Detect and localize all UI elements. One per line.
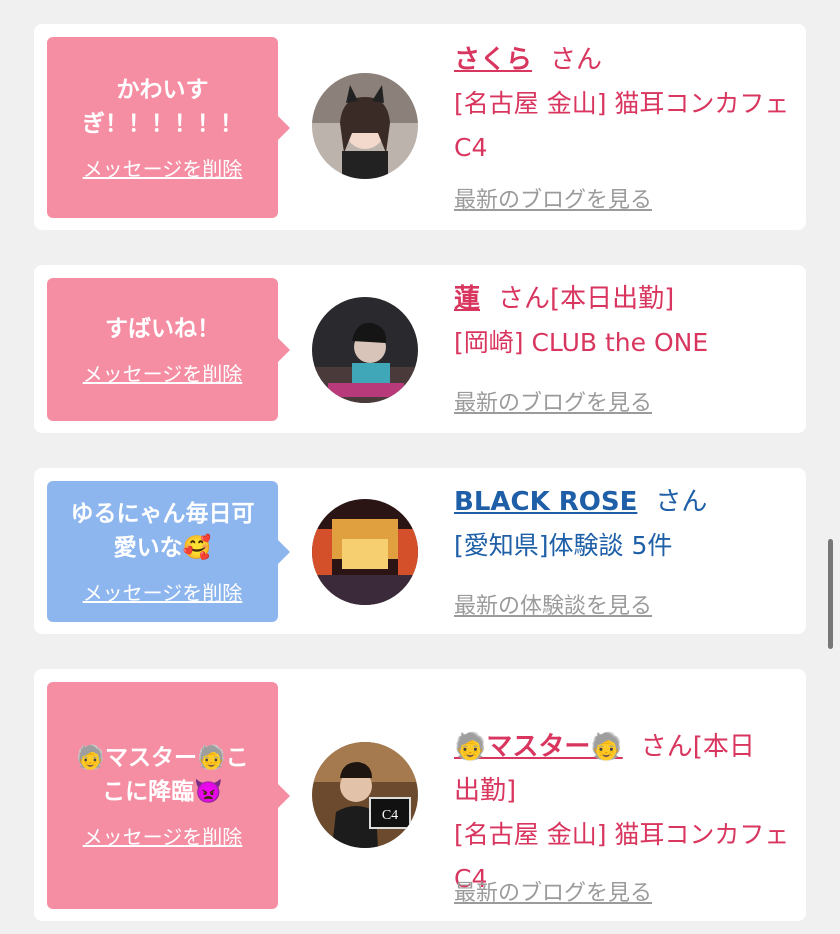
delete-message-link[interactable]: メッセージを削除: [83, 577, 243, 606]
profile-name-link[interactable]: 蓮: [454, 284, 480, 314]
avatar[interactable]: [312, 499, 418, 605]
profile-info: BLACK ROSE さん [愛知県]体験談 5件 最新の体験談を見る: [454, 480, 794, 619]
avatar[interactable]: C4: [312, 742, 418, 848]
shop-detail[interactable]: [岡崎] CLUB the ONE: [454, 321, 794, 365]
message-bubble: ゆるにゃん毎日可 愛いな🥰 メッセージを削除: [47, 481, 290, 622]
message-text: かわいす ぎ！！！！！！: [82, 77, 243, 137]
svg-text:C4: C4: [382, 808, 398, 823]
delete-message-link[interactable]: メッセージを削除: [83, 153, 243, 182]
message-card: かわいす ぎ！！！！！！ メッセージを削除 さくら さん [名古屋 金山] 猫耳コ…: [34, 24, 806, 230]
message-bubble: 🧓マスター🧓こ こに降臨👿 メッセージを削除: [47, 682, 290, 909]
message-card: ゆるにゃん毎日可 愛いな🥰 メッセージを削除 BLACK ROSE さん [愛知県…: [34, 468, 806, 634]
profile-info: さくら さん [名古屋 金山] 猫耳コンカフェ C4 最新のブログを見る: [454, 38, 794, 213]
latest-blog-link[interactable]: 最新のブログを見る: [454, 385, 652, 417]
avatar[interactable]: [312, 73, 418, 179]
avatar[interactable]: [312, 297, 418, 403]
message-text: ゆるにゃん毎日可 愛いな🥰: [70, 501, 255, 561]
message-bubble: すばいね！ メッセージを削除: [47, 278, 290, 421]
scrollbar[interactable]: [828, 539, 833, 649]
latest-blog-link[interactable]: 最新のブログを見る: [454, 182, 652, 214]
delete-message-link[interactable]: メッセージを削除: [83, 358, 243, 387]
review-detail[interactable]: [愛知県]体験談 5件: [454, 524, 794, 568]
profile-info: 蓮さん[本日出勤] [岡崎] CLUB the ONE 最新のブログを見る: [454, 277, 794, 416]
delete-message-link[interactable]: メッセージを削除: [83, 821, 243, 850]
honorific: さん: [550, 45, 603, 75]
profile-info: 🧓マスター🧓 さん[本日 出勤] [名古屋 金山] 猫耳コンカフェ C4 最新のブ…: [454, 681, 794, 906]
shop-detail[interactable]: [名古屋 金山] 猫耳コンカフェ C4: [454, 82, 794, 170]
message-bubble: かわいす ぎ！！！！！！ メッセージを削除: [47, 37, 290, 218]
message-text: 🧓マスター🧓こ こに降臨👿: [76, 745, 249, 805]
latest-review-link[interactable]: 最新の体験談を見る: [454, 588, 652, 620]
profile-name-link[interactable]: 🧓マスター🧓: [454, 732, 623, 762]
message-card: 🧓マスター🧓こ こに降臨👿 メッセージを削除 C4 🧓マスター🧓 さん[本日 出勤…: [34, 669, 806, 921]
profile-name-link[interactable]: さくら: [454, 45, 532, 75]
honorific: さん: [655, 487, 708, 517]
profile-name-link[interactable]: BLACK ROSE: [454, 487, 637, 517]
message-text: すばいね！: [105, 316, 220, 342]
latest-blog-link[interactable]: 最新のブログを見る: [454, 875, 652, 907]
honorific: さん[本日出勤]: [498, 284, 675, 314]
message-card: すばいね！ メッセージを削除 蓮さん[本日出勤] [岡崎] CLUB the O…: [34, 265, 806, 433]
